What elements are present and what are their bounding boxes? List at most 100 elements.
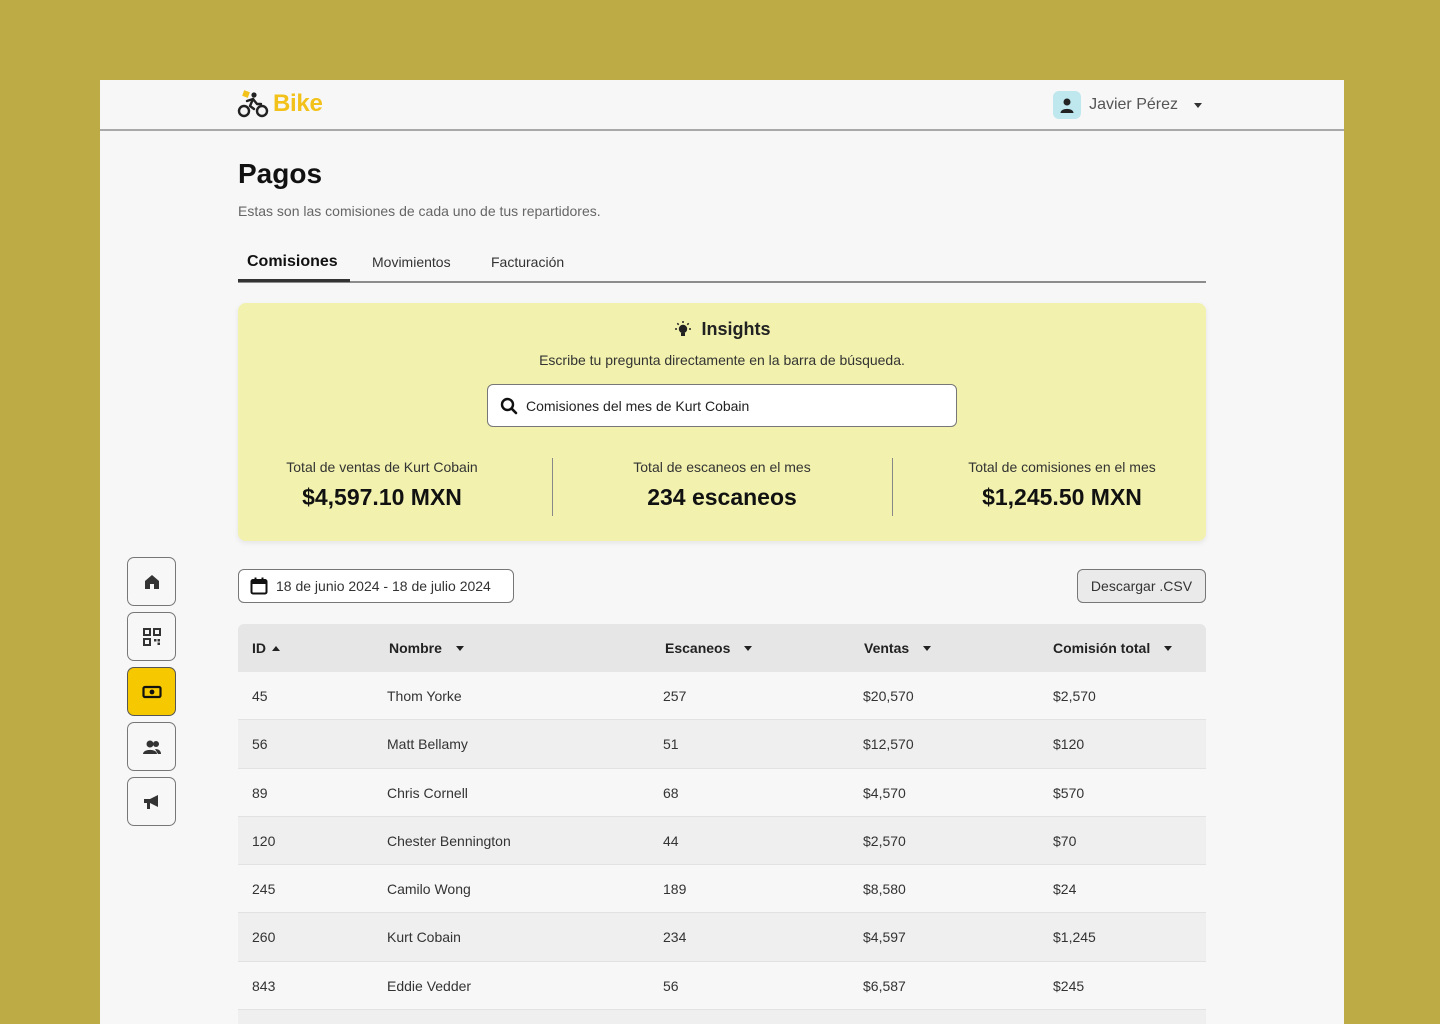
- date-range-label: 18 de junio 2024 - 18 de julio 2024: [276, 578, 491, 594]
- table-row[interactable]: 45 Thom Yorke 257 $20,570 $2,570: [238, 672, 1206, 721]
- cell-ventas: $2,570: [863, 832, 906, 849]
- insights-search[interactable]: [487, 384, 957, 427]
- cell-comision: $1,245: [1053, 929, 1096, 946]
- cell-comision: $570: [1053, 784, 1085, 801]
- cell-nombre: Kurt Cobain: [387, 929, 461, 946]
- search-icon: [500, 397, 518, 414]
- cell-escaneos: 56: [663, 977, 679, 994]
- cell-ventas: $4,570: [863, 784, 906, 801]
- sort-dropdown-icon: [744, 645, 753, 651]
- cell-comision: $2,570: [1053, 688, 1096, 704]
- page-subtitle: Estas son las comisiones de cada uno de …: [238, 203, 601, 219]
- cell-id: 56: [252, 736, 268, 753]
- user-menu[interactable]: Javier Pérez: [1053, 91, 1202, 119]
- tab-comisiones[interactable]: Comisiones: [247, 253, 338, 271]
- sidebar-item-repartidores[interactable]: [127, 722, 176, 771]
- user-icon: [1060, 98, 1074, 113]
- cell-nombre: Chris Cornell: [387, 784, 468, 801]
- cell-ventas: $12,570: [863, 736, 914, 753]
- download-csv-button[interactable]: Descargar .CSV: [1077, 569, 1206, 603]
- cell-id: 260: [252, 929, 276, 946]
- column-header-nombre[interactable]: Nombre: [389, 640, 464, 656]
- cell-comision: $120: [1053, 736, 1085, 753]
- stat-divider: [552, 458, 553, 516]
- app-window: Bike Javier Pérez Pagos Estas son las co…: [100, 80, 1344, 1024]
- cell-comision: $245: [1053, 977, 1085, 994]
- sidebar-item-pagos[interactable]: [127, 667, 176, 716]
- stat-label: Total de comisiones en el mes: [968, 459, 1156, 475]
- logo[interactable]: Bike: [237, 90, 323, 118]
- column-header-id[interactable]: ID: [252, 640, 280, 656]
- insights-search-input[interactable]: [526, 397, 946, 414]
- top-bar: Bike Javier Pérez: [100, 80, 1344, 131]
- stat-total-comisiones: Total de comisiones en el mes $1,245.50 …: [912, 459, 1212, 511]
- table-row[interactable]: 260 Kurt Cobain 234 $4,597 $1,245: [238, 913, 1206, 962]
- stat-value: $4,597.10 MXN: [302, 484, 462, 510]
- cell-escaneos: 68: [663, 784, 679, 801]
- cell-nombre: Chester Bennington: [387, 832, 511, 849]
- insights-title: Insights: [701, 319, 771, 339]
- date-range-picker[interactable]: 18 de junio 2024 - 18 de julio 2024: [238, 569, 514, 603]
- cell-nombre: Camilo Wong: [387, 881, 471, 898]
- cell-nombre: Eddie Vedder: [387, 977, 472, 994]
- tab-facturacion[interactable]: Facturación: [491, 254, 564, 270]
- cell-nombre: Thom Yorke: [387, 688, 462, 704]
- cell-ventas: $8,580: [863, 881, 906, 898]
- cell-id: 89: [252, 784, 268, 801]
- cell-escaneos: 234: [663, 929, 687, 946]
- tab-bar: Comisiones Movimientos Facturación: [238, 250, 1206, 283]
- money-icon: [141, 685, 162, 698]
- cell-ventas: $20,570: [863, 688, 914, 704]
- cell-ventas: $4,597: [863, 929, 906, 946]
- cell-id: 120: [252, 832, 276, 849]
- cell-comision: $24: [1053, 881, 1077, 898]
- cell-id: 45: [252, 688, 268, 704]
- stat-value: 234 escaneos: [647, 484, 797, 510]
- stat-label: Total de escaneos en el mes: [633, 459, 811, 475]
- sidebar-item-qr[interactable]: [127, 612, 176, 661]
- stat-value: $1,245.50 MXN: [982, 484, 1142, 510]
- qr-code-icon: [142, 627, 161, 646]
- sidebar-item-home[interactable]: [127, 557, 176, 606]
- table-row[interactable]: [238, 1010, 1206, 1024]
- column-header-comision-total[interactable]: Comisión total: [1053, 640, 1173, 656]
- stat-label: Total de ventas de Kurt Cobain: [286, 459, 478, 475]
- page-title: Pagos: [238, 158, 323, 189]
- table-header: ID Nombre Escaneos Ventas Comisión total: [238, 624, 1206, 672]
- insights-panel: Insights Escribe tu pregunta directament…: [238, 303, 1206, 541]
- sort-dropdown-icon: [1164, 645, 1173, 651]
- table-row[interactable]: 89 Chris Cornell 68 $4,570 $570: [238, 768, 1206, 817]
- cell-escaneos: 44: [663, 832, 679, 849]
- stat-total-escaneos: Total de escaneos en el mes 234 escaneos: [572, 459, 872, 511]
- cell-id: 843: [252, 977, 276, 994]
- table-row[interactable]: 120 Chester Bennington 44 $2,570 $70: [238, 816, 1206, 866]
- logo-text: Bike: [273, 90, 323, 117]
- chevron-down-icon: [1194, 102, 1202, 108]
- cell-comision: $70: [1053, 832, 1077, 849]
- table-row[interactable]: 56 Matt Bellamy 51 $12,570 $120: [238, 720, 1206, 769]
- active-tab-indicator: [238, 279, 350, 282]
- tab-movimientos[interactable]: Movimientos: [372, 254, 451, 270]
- table-row[interactable]: 843 Eddie Vedder 56 $6,587 $245: [238, 961, 1206, 1011]
- stat-total-ventas: Total de ventas de Kurt Cobain $4,597.10…: [232, 459, 532, 511]
- table-row[interactable]: 245 Camilo Wong 189 $8,580 $24: [238, 865, 1206, 914]
- cell-escaneos: 189: [663, 881, 687, 898]
- calendar-icon: [250, 577, 268, 595]
- sort-ascending-icon: [272, 645, 280, 651]
- sort-dropdown-icon: [923, 645, 932, 651]
- lightbulb-icon: [675, 320, 692, 336]
- column-header-escaneos[interactable]: Escaneos: [665, 640, 753, 656]
- cell-nombre: Matt Bellamy: [387, 736, 468, 753]
- megaphone-icon: [143, 794, 158, 809]
- avatar: [1053, 91, 1082, 119]
- commissions-table: ID Nombre Escaneos Ventas Comisión total…: [238, 624, 1206, 1024]
- stat-divider: [892, 458, 893, 516]
- cell-escaneos: 51: [663, 736, 679, 753]
- bike-logo-icon: [237, 90, 269, 118]
- home-icon: [144, 574, 159, 589]
- cell-id: 245: [252, 881, 276, 898]
- column-header-ventas[interactable]: Ventas: [864, 640, 932, 656]
- insights-description: Escribe tu pregunta directamente en la b…: [539, 352, 905, 368]
- sidebar-item-campanas[interactable]: [127, 777, 176, 826]
- cell-ventas: $6,587: [863, 977, 906, 994]
